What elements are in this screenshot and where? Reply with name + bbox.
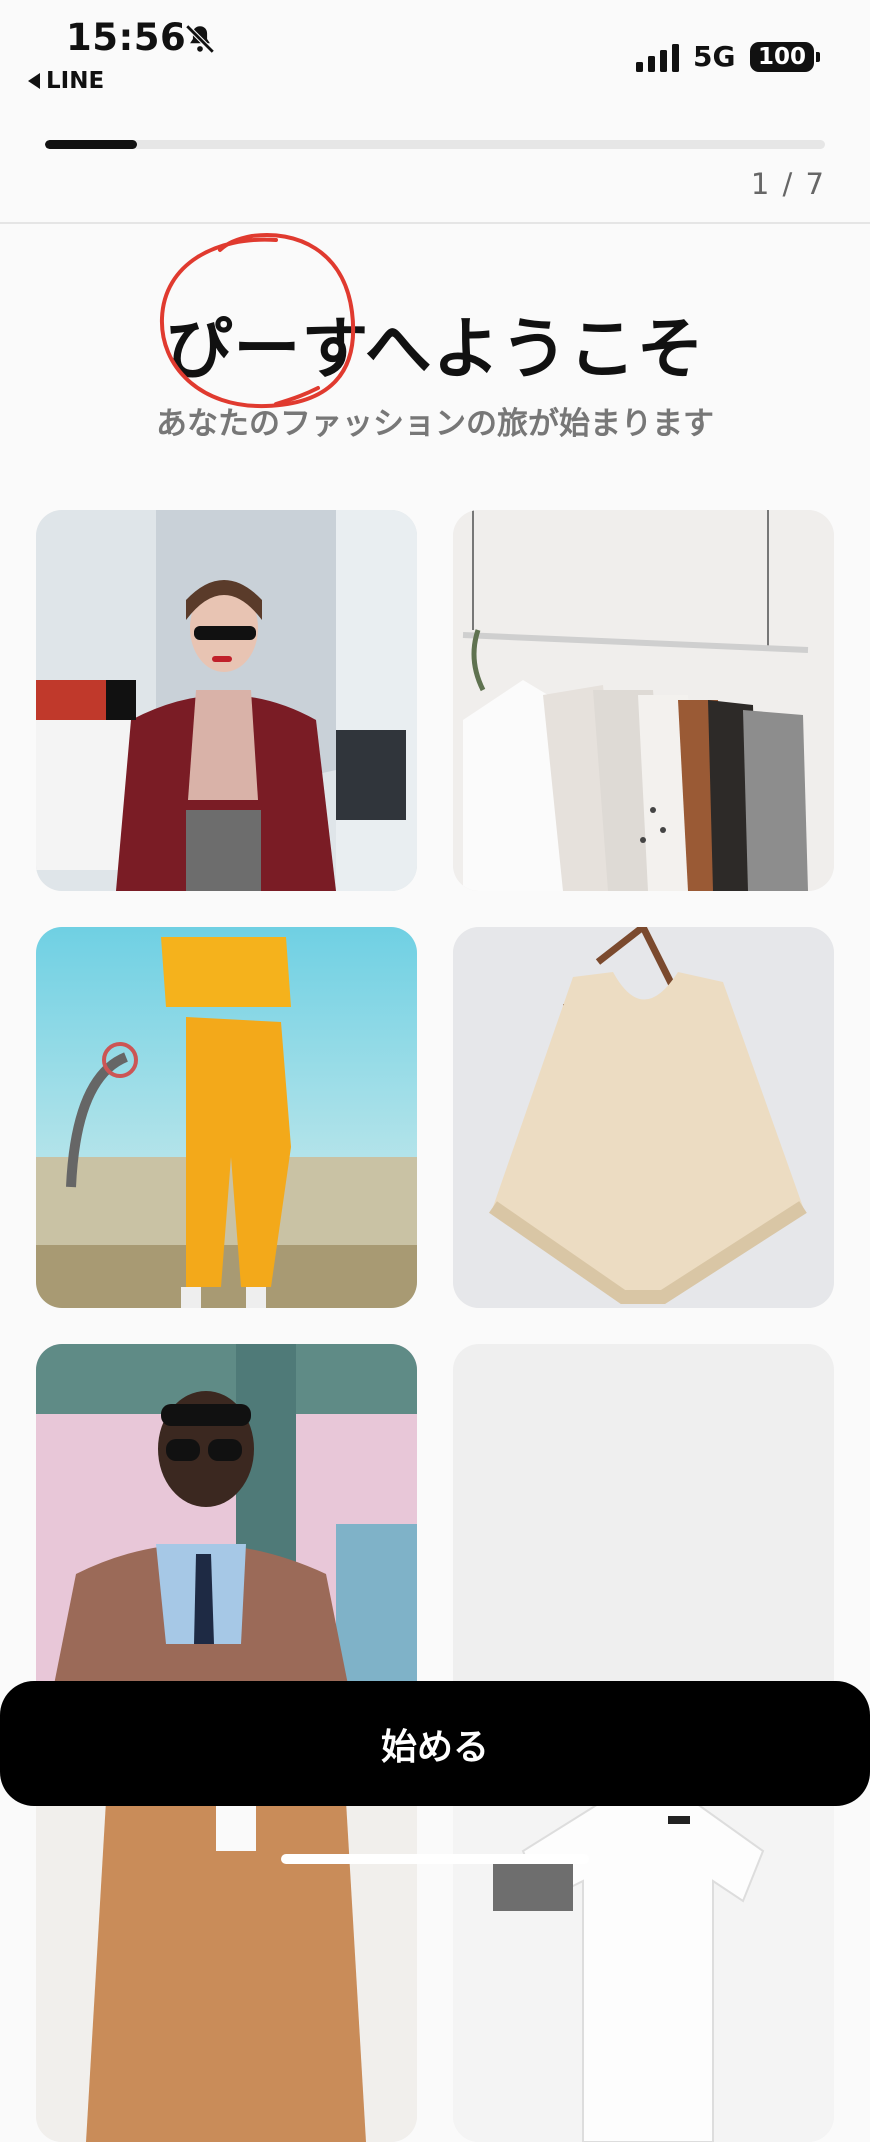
back-to-app-link[interactable]: LINE [28,68,104,94]
header-divider [0,222,870,224]
knit-poncho-image [453,927,834,1308]
photo-white-tshirt[interactable] [453,1761,834,2142]
woman-shopping-bags-image [36,510,417,891]
photo-empty-placeholder[interactable] [453,1344,834,1725]
photo-knit-poncho[interactable] [453,927,834,1308]
yellow-tracksuit-image [36,927,417,1308]
start-button[interactable]: 始める [0,1681,870,1806]
home-indicator[interactable] [281,1854,589,1864]
bell-muted-icon [185,24,215,54]
photo-clothes-rack[interactable] [453,510,834,891]
back-triangle-icon [28,73,40,89]
battery-level: 100 [750,42,815,72]
onboarding-progress-bar [45,140,825,149]
status-bar: 15:56 LINE 5G 100 [0,0,870,110]
welcome-subtitle: あなたのファッションの旅が始まります [156,406,714,442]
clothes-rack-image [453,510,834,891]
man-leather-jacket-image [36,1344,417,1725]
red-annotation-circle [159,233,356,409]
status-time: 15:56 [66,16,187,59]
camel-coat-image [36,1761,417,2142]
network-type: 5G [693,40,736,73]
photo-man-leather-jacket[interactable] [36,1344,417,1725]
photo-camel-coat[interactable] [36,1761,417,2142]
photo-yellow-tracksuit[interactable] [36,927,417,1308]
photo-woman-shopping[interactable] [36,510,417,891]
progress-fill [45,140,138,149]
battery-icon: 100 [750,42,821,72]
step-counter: 1 / 7 [750,167,826,201]
cellular-signal-icon [636,44,679,72]
back-app-label: LINE [46,68,105,94]
white-tshirt-image [453,1761,834,2142]
welcome-title: ぴーすへようこそ [165,310,705,388]
